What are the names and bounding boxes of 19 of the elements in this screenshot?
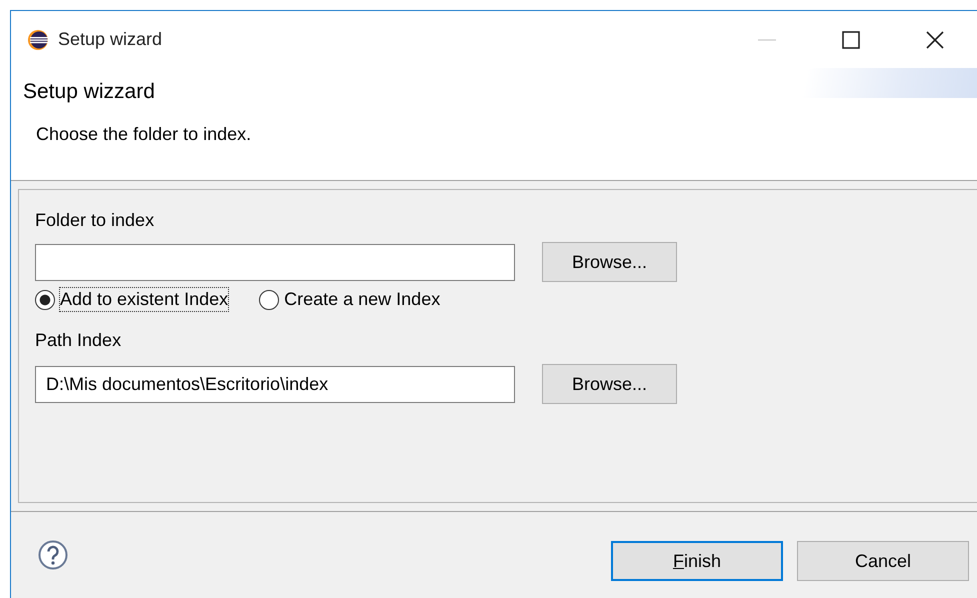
page-message: Choose the folder to index. xyxy=(36,124,252,145)
close-icon[interactable] xyxy=(925,30,945,50)
folder-field[interactable] xyxy=(35,244,515,280)
app-icon xyxy=(27,28,49,50)
help-icon[interactable] xyxy=(38,540,68,570)
browse-button[interactable]: Browse... xyxy=(542,242,677,282)
field-label: Folder to index xyxy=(35,210,156,232)
path-field[interactable]: D:\Mis documentos\Escritorio\index xyxy=(35,366,515,402)
radio-button[interactable] xyxy=(35,290,55,310)
field-label: Path Index xyxy=(35,330,122,352)
maximize-icon[interactable] xyxy=(841,30,861,50)
page-title: Setup wizzard xyxy=(23,80,155,104)
dialog-button[interactable]: Cancel xyxy=(797,541,969,581)
radio-label[interactable]: Add to existent Index xyxy=(59,287,230,312)
browse-button[interactable]: Browse... xyxy=(542,364,677,404)
window-title: Setup wizard xyxy=(58,29,162,50)
dialog-button[interactable]: Finish xyxy=(611,541,783,581)
radio-label[interactable]: Create a new Index xyxy=(283,287,442,312)
radio-button[interactable] xyxy=(259,290,280,310)
